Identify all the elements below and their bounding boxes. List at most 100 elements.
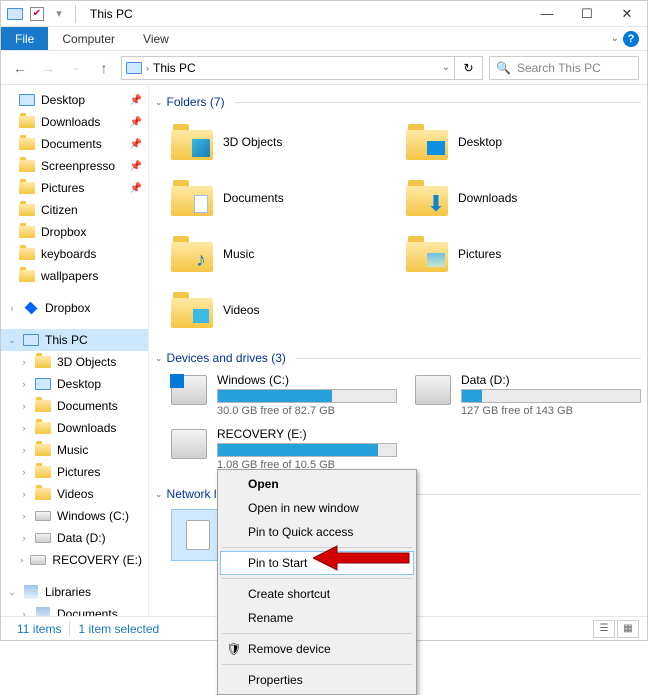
sidebar-item[interactable]: Documents 📌 [1,133,148,155]
sidebar-item[interactable]: Dropbox [1,221,148,243]
ribbon-expand-icon[interactable]: ⌄ [611,33,619,44]
search-icon: 🔍 [496,61,511,75]
sidebar-item[interactable]: › Desktop [1,373,148,395]
drive-item[interactable]: Data (D:) 127 GB free of 143 GB [415,373,641,417]
sidebar-item[interactable]: wallpapers [1,265,148,287]
folder-icon [19,268,35,284]
drive-item[interactable]: RECOVERY (E:) 1.08 GB free of 10.5 GB [171,427,397,471]
status-selected: 1 item selected [70,622,167,636]
file-tab[interactable]: File [1,27,48,50]
folder-label: Documents [223,191,284,205]
menu-item-label: Rename [248,611,293,625]
item-icon [35,442,51,458]
help-icon[interactable]: ? [623,31,639,47]
minimize-button[interactable]: — [527,1,567,27]
qat-dropdown-icon[interactable]: ▾ [49,4,69,24]
status-count: 11 items [9,622,69,636]
section-drives[interactable]: ⌄ Devices and drives (3) [153,347,643,369]
up-button[interactable]: ↑ [93,57,115,79]
sidebar-item-label: Windows (C:) [57,509,129,523]
forward-button[interactable]: → [37,57,59,79]
tab-view[interactable]: View [129,27,183,50]
drive-icon [171,429,207,459]
address-text: This PC [153,61,196,75]
folder-item[interactable]: Desktop [406,117,631,167]
sidebar-item[interactable]: Citizen [1,199,148,221]
folder-icon [19,224,35,240]
sidebar-item[interactable]: Screenpresso 📌 [1,155,148,177]
folder-item[interactable]: Videos [171,285,396,335]
context-menu-item[interactable]: Pin to Quick access [220,520,414,544]
folder-item[interactable]: ♪ Music [171,229,396,279]
item-icon [35,530,51,546]
sidebar-item-label: Screenpresso [41,159,115,173]
folder-item[interactable]: Pictures [406,229,631,279]
pin-icon: 📌 [130,139,142,150]
item-icon [35,376,51,392]
folder-item[interactable]: ⬇ Downloads [406,173,631,223]
view-tiles-button[interactable]: ▦ [617,620,639,638]
libraries-icon [23,584,39,600]
address-bar[interactable]: › This PC ⌄ [121,56,455,80]
drive-icon [415,375,451,405]
sidebar-this-pc[interactable]: ⌄ This PC [1,329,148,351]
context-menu-item[interactable]: Open in new window [220,496,414,520]
sidebar-item[interactable]: › Music [1,439,148,461]
context-menu-item[interactable]: Rename [220,606,414,630]
pin-icon: 📌 [130,95,142,106]
item-icon [35,398,51,414]
this-pc-icon [23,332,39,348]
refresh-button[interactable]: ↻ [455,56,483,80]
qat-checkbox-icon[interactable]: ✔ [27,4,47,24]
folder-icon [406,236,448,272]
sidebar-item-label: wallpapers [41,269,98,283]
address-dropdown-icon[interactable]: ⌄ [442,62,450,73]
sidebar-item[interactable]: Pictures 📌 [1,177,148,199]
chevron-right-icon[interactable]: › [146,63,149,73]
sidebar-item[interactable]: › Windows (C:) [1,505,148,527]
folder-item[interactable]: Documents [171,173,396,223]
context-menu-item[interactable]: Create shortcut [220,582,414,606]
navigation-bar: ← → ⌄ ↑ › This PC ⌄ ↻ 🔍 Search This PC [1,51,647,85]
sidebar-item[interactable]: Desktop 📌 [1,89,148,111]
context-menu-item[interactable]: Properties [220,668,414,692]
back-button[interactable]: ← [9,57,31,79]
section-folders[interactable]: ⌄ Folders (7) [153,91,643,113]
sidebar-item-label: Citizen [41,203,78,217]
item-icon [30,552,46,568]
search-input[interactable]: 🔍 Search This PC [489,56,639,80]
sidebar-item[interactable]: › RECOVERY (E:) [1,549,148,571]
folder-item[interactable]: 3D Objects [171,117,396,167]
item-icon [35,486,51,502]
view-details-button[interactable]: ☰ [593,620,615,638]
maximize-button[interactable]: ☐ [567,1,607,27]
sidebar-item[interactable]: › Documents [1,395,148,417]
pin-icon: 📌 [130,117,142,128]
pin-icon: 📌 [130,161,142,172]
sidebar-item[interactable]: › Downloads [1,417,148,439]
sidebar-item-label: Downloads [41,115,100,129]
drive-name: Windows (C:) [217,373,397,387]
library-icon [35,606,51,616]
sidebar-item[interactable]: › Data (D:) [1,527,148,549]
drive-item[interactable]: Windows (C:) 30.0 GB free of 82.7 GB [171,373,397,417]
system-menu-icon[interactable] [5,4,25,24]
sidebar-item[interactable]: › Videos [1,483,148,505]
sidebar-item[interactable]: › 3D Objects [1,351,148,373]
sidebar-item[interactable]: Downloads 📌 [1,111,148,133]
item-icon [35,464,51,480]
sidebar-libraries[interactable]: ⌄ Libraries [1,581,148,603]
recent-dropdown[interactable]: ⌄ [65,57,87,79]
context-menu-item[interactable]: Open [220,472,414,496]
sidebar-item[interactable]: › Pictures [1,461,148,483]
drive-free-text: 30.0 GB free of 82.7 GB [217,405,397,417]
drive-name: RECOVERY (E:) [217,427,397,441]
sidebar-dropbox[interactable]: › Dropbox [1,297,148,319]
sidebar-item[interactable]: keyboards [1,243,148,265]
sidebar-item[interactable]: › Documents [1,603,148,616]
tab-computer[interactable]: Computer [48,27,129,50]
sidebar-item-label: Documents [57,399,118,413]
menu-item-label: Remove device [248,642,331,656]
close-button[interactable]: ✕ [607,1,647,27]
navigation-pane[interactable]: Desktop 📌 Downloads 📌 Documents 📌 Screen… [1,85,149,616]
